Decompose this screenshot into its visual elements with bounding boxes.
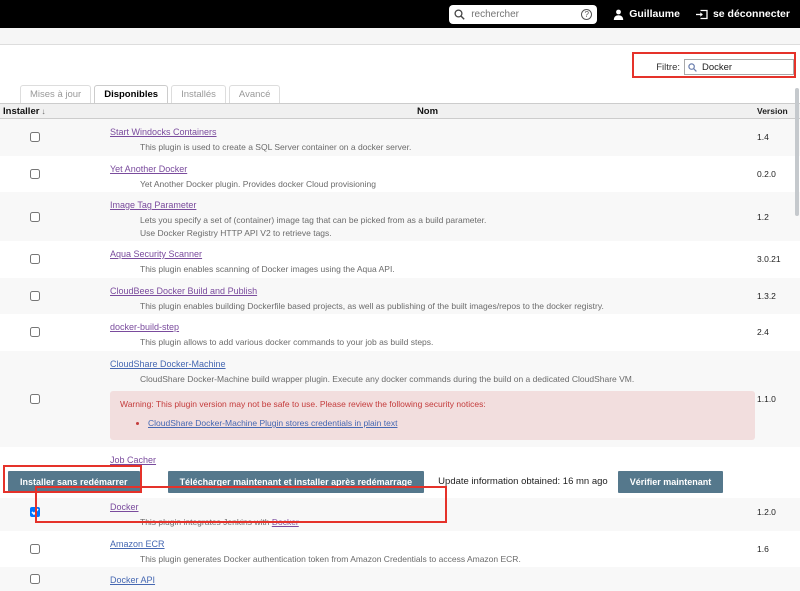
user-name: Guillaume bbox=[629, 8, 680, 20]
install-checkbox[interactable] bbox=[30, 169, 40, 179]
sort-desc-icon[interactable]: ↓ bbox=[41, 107, 45, 116]
plugin-description: This plugin enables scanning of Docker i… bbox=[140, 264, 740, 275]
install-checkbox[interactable] bbox=[30, 394, 40, 404]
install-without-restart-button[interactable]: Installer sans redémarrer bbox=[8, 471, 140, 493]
plugin-description: This plugin allows to add various docker… bbox=[140, 337, 740, 348]
table-row: CloudBees Docker Build and Publish This p… bbox=[0, 278, 800, 315]
description-link[interactable]: Docker bbox=[272, 517, 299, 527]
plugin-manager-tabs: Mises à jourDisponiblesInstallésAvancé bbox=[0, 85, 800, 104]
tab-avanc-[interactable]: Avancé bbox=[229, 85, 281, 103]
table-row: Amazon ECR This plugin generates Docker a… bbox=[0, 531, 800, 568]
plugin-link[interactable]: CloudBees Docker Build and Publish bbox=[110, 286, 257, 296]
search-icon bbox=[454, 9, 465, 20]
check-now-button[interactable]: Vérifier maintenant bbox=[618, 471, 724, 493]
plugin-version: 1.2 bbox=[755, 195, 800, 238]
plugin-description: This plugin integrates Jenkins with Dock… bbox=[140, 517, 740, 528]
plugin-description: This plugin generates Docker authenticat… bbox=[140, 554, 740, 565]
plugin-description: This plugin enables building Dockerfile … bbox=[140, 301, 740, 312]
plugin-version: 1.6 bbox=[755, 534, 800, 565]
install-checkbox[interactable] bbox=[30, 132, 40, 142]
plugin-link[interactable]: Job Cacher bbox=[110, 455, 156, 465]
plugin-version: 1.3.2 bbox=[755, 281, 800, 312]
table-row: Docker API bbox=[0, 567, 800, 591]
plugin-link[interactable]: Start Windocks Containers bbox=[110, 127, 217, 137]
filter-search-icon bbox=[688, 63, 697, 72]
plugin-link[interactable]: Docker API bbox=[110, 575, 155, 585]
plugin-description: This plugin is used to create a SQL Serv… bbox=[140, 142, 740, 153]
install-checkbox[interactable] bbox=[30, 212, 40, 222]
install-checkbox[interactable] bbox=[30, 507, 40, 517]
install-checkbox[interactable] bbox=[30, 574, 40, 584]
security-notice-link[interactable]: CloudShare Docker-Machine Plugin stores … bbox=[148, 418, 397, 428]
logout-icon bbox=[696, 9, 708, 20]
plugin-link[interactable]: CloudShare Docker-Machine bbox=[110, 359, 226, 369]
table-row: Start Windocks Containers This plugin is … bbox=[0, 119, 800, 156]
plugin-link[interactable]: Image Tag Parameter bbox=[110, 200, 196, 210]
plugin-version: 1.4 bbox=[755, 122, 800, 153]
table-row: CloudShare Docker-Machine CloudShare Dock… bbox=[0, 351, 800, 448]
header-version[interactable]: Version bbox=[757, 106, 788, 116]
plugin-link[interactable]: Yet Another Docker bbox=[110, 164, 187, 174]
filter-input[interactable] bbox=[700, 61, 790, 74]
filter-label: Filtre: bbox=[656, 62, 680, 73]
tab-install-s[interactable]: Installés bbox=[171, 85, 226, 103]
download-and-install-after-restart-button[interactable]: Télécharger maintenant et installer aprè… bbox=[168, 471, 425, 493]
filter-field[interactable] bbox=[684, 59, 794, 75]
install-checkbox[interactable] bbox=[30, 291, 40, 301]
search-input[interactable] bbox=[469, 8, 577, 21]
table-header: Installer ↓ Nom Version bbox=[0, 104, 800, 119]
plugin-link[interactable]: Aqua Security Scanner bbox=[110, 249, 202, 259]
plugin-version: 1.1.0 bbox=[755, 354, 800, 445]
plugin-version: 3.0.21 bbox=[755, 244, 800, 275]
security-warning-text: Warning: This plugin version may not be … bbox=[120, 399, 745, 409]
table-row: docker-build-step This plugin allows to a… bbox=[0, 314, 800, 351]
header-install[interactable]: Installer bbox=[3, 106, 39, 117]
table-row: Aqua Security Scanner This plugin enables… bbox=[0, 241, 800, 278]
table-row: DockerThis plugin integrates Jenkins wit… bbox=[0, 494, 800, 531]
global-search[interactable]: ? bbox=[449, 5, 597, 24]
update-info-text: Update information obtained: 16 mn ago bbox=[438, 476, 608, 487]
plugin-description: Use Docker Registry HTTP API V2 to retri… bbox=[140, 228, 740, 239]
logout-label: se déconnecter bbox=[713, 8, 790, 20]
breadcrumb-bar bbox=[0, 28, 800, 45]
topbar: ? Guillaume se déconnecter bbox=[0, 0, 800, 28]
plugin-description: Yet Another Docker plugin. Provides dock… bbox=[140, 179, 740, 190]
plugin-version bbox=[755, 570, 800, 588]
plugin-description: Lets you specify a set of (container) im… bbox=[140, 215, 740, 226]
header-name[interactable]: Nom bbox=[417, 106, 438, 117]
plugin-version: 0.2.0 bbox=[755, 159, 800, 190]
table-row: Image Tag Parameter Lets you specify a se… bbox=[0, 192, 800, 241]
tab-mises-jour[interactable]: Mises à jour bbox=[20, 85, 91, 103]
vertical-scrollbar[interactable] bbox=[795, 88, 799, 216]
filter-bar: Filtre: bbox=[0, 45, 800, 85]
plugin-description: CloudShare Docker-Machine build wrapper … bbox=[140, 374, 740, 385]
plugin-rows: Start Windocks Containers This plugin is … bbox=[0, 119, 800, 591]
table-row: Yet Another Docker Yet Another Docker plu… bbox=[0, 156, 800, 193]
tab-disponibles[interactable]: Disponibles bbox=[94, 85, 168, 103]
install-checkbox[interactable] bbox=[30, 254, 40, 264]
plugin-link[interactable]: Docker bbox=[110, 502, 139, 512]
user-icon bbox=[613, 9, 624, 20]
plugin-version: 2.4 bbox=[755, 317, 800, 348]
plugin-link[interactable]: Amazon ECR bbox=[110, 539, 165, 549]
logout-button[interactable]: se déconnecter bbox=[696, 8, 790, 20]
security-warning-box: Warning: This plugin version may not be … bbox=[110, 391, 755, 440]
plugin-link[interactable]: docker-build-step bbox=[110, 322, 179, 332]
help-icon[interactable]: ? bbox=[581, 9, 592, 20]
install-checkbox[interactable] bbox=[30, 327, 40, 337]
footer-bar: Installer sans redémarrer Télécharger ma… bbox=[0, 465, 800, 498]
plugin-version: 1.2.0 bbox=[755, 497, 800, 528]
install-checkbox[interactable] bbox=[30, 544, 40, 554]
user-menu[interactable]: Guillaume bbox=[613, 8, 680, 20]
